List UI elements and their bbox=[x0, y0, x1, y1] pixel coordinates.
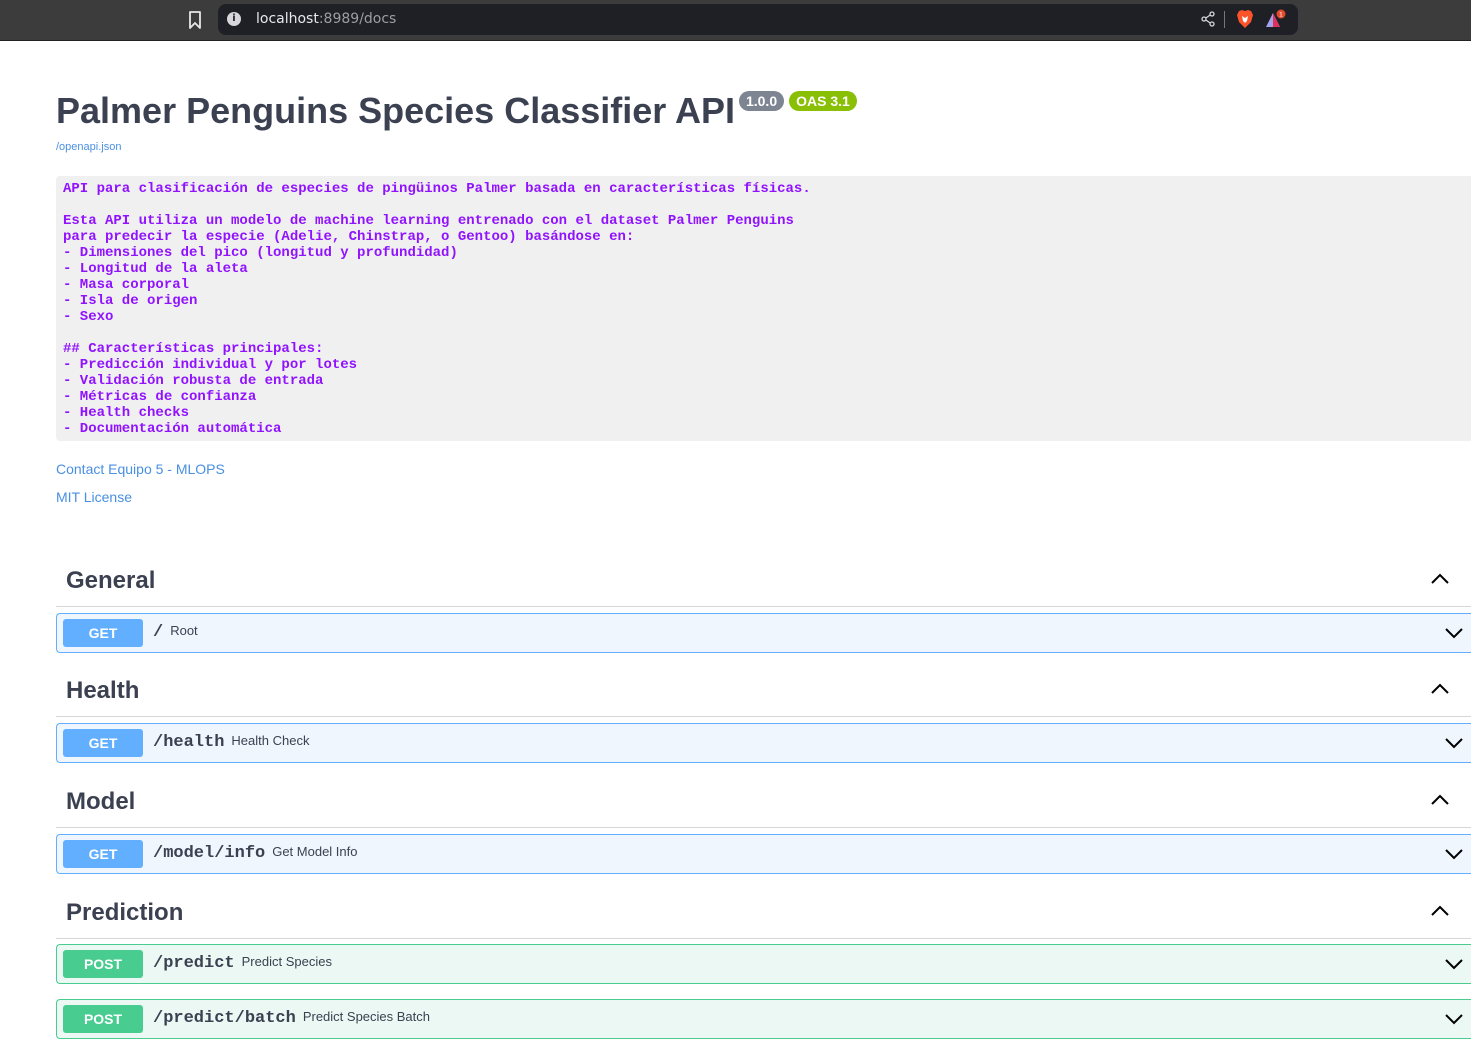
tag-title: Health bbox=[66, 677, 140, 704]
address-bar[interactable]: i localhost:8989/docs 1 bbox=[218, 4, 1298, 35]
tag-title: General bbox=[66, 567, 156, 594]
svg-text:1: 1 bbox=[1279, 11, 1283, 19]
brave-shields-icon[interactable] bbox=[1236, 9, 1254, 29]
api-title-row: Palmer Penguins Species Classifier API 1.… bbox=[56, 88, 857, 134]
tag-section-health[interactable]: Health bbox=[56, 665, 1471, 717]
operation-post-predict-batch[interactable]: POST /predict/batch Predict Species Batch bbox=[56, 999, 1471, 1039]
path-text: /health bbox=[153, 733, 225, 752]
tag-section-prediction[interactable]: Prediction bbox=[56, 887, 1471, 939]
url-path: :8989/docs bbox=[318, 11, 397, 27]
site-info-icon[interactable]: i bbox=[227, 12, 241, 26]
path-text: /model/info bbox=[153, 844, 266, 863]
contact-link[interactable]: Contact Equipo 5 - MLOPS bbox=[56, 461, 225, 477]
method-badge: GET bbox=[63, 840, 143, 868]
path-text: /predict bbox=[153, 954, 235, 973]
method-badge: POST bbox=[63, 1005, 143, 1033]
chevron-down-icon[interactable] bbox=[1444, 957, 1464, 971]
operation-get-health[interactable]: GET /health Health Check bbox=[56, 723, 1471, 763]
operation-summary: Predict Species bbox=[241, 954, 332, 969]
browser-toolbar: i localhost:8989/docs 1 bbox=[0, 0, 1471, 41]
url-text[interactable]: localhost:8989/docs bbox=[256, 11, 396, 27]
share-icon[interactable] bbox=[1200, 11, 1216, 27]
version-badge: 1.0.0 bbox=[738, 91, 785, 111]
operation-path: / Root bbox=[153, 623, 198, 642]
path-text: / bbox=[153, 623, 164, 642]
operation-post-predict[interactable]: POST /predict Predict Species bbox=[56, 944, 1471, 984]
bookmark-icon[interactable] bbox=[186, 10, 204, 30]
operation-path: /predict Predict Species bbox=[153, 954, 332, 973]
brave-rewards-icon[interactable]: 1 bbox=[1264, 9, 1288, 31]
operation-get-model-info[interactable]: GET /model/info Get Model Info bbox=[56, 834, 1471, 874]
tag-title: Model bbox=[66, 788, 136, 815]
operation-path: /health Health Check bbox=[153, 733, 309, 752]
chevron-down-icon[interactable] bbox=[1444, 626, 1464, 640]
description-text: API para clasificación de especies de pi… bbox=[63, 181, 811, 437]
chevron-down-icon[interactable] bbox=[1444, 736, 1464, 750]
tag-section-general[interactable]: General bbox=[56, 555, 1471, 607]
tag-section-model[interactable]: Model bbox=[56, 776, 1471, 828]
operation-get-root[interactable]: GET / Root bbox=[56, 613, 1471, 653]
operation-summary: Predict Species Batch bbox=[302, 1009, 431, 1024]
method-badge: GET bbox=[63, 729, 143, 757]
chevron-down-icon[interactable] bbox=[1444, 1012, 1464, 1026]
operation-summary: Root bbox=[170, 623, 198, 638]
tag-title: Prediction bbox=[66, 899, 184, 926]
operation-path: /model/info Get Model Info bbox=[153, 844, 358, 863]
chevron-up-icon[interactable] bbox=[1430, 793, 1450, 807]
url-host: localhost bbox=[256, 11, 319, 27]
chevron-up-icon[interactable] bbox=[1430, 904, 1450, 918]
api-description: API para clasificación de especies de pi… bbox=[56, 176, 1471, 441]
url-separator bbox=[1224, 11, 1225, 28]
method-badge: POST bbox=[63, 950, 143, 978]
operation-summary: Get Model Info bbox=[272, 844, 358, 859]
page-title: Palmer Penguins Species Classifier API bbox=[56, 90, 735, 131]
chevron-up-icon[interactable] bbox=[1430, 572, 1450, 586]
method-badge: GET bbox=[63, 619, 143, 647]
operation-summary: Health Check bbox=[231, 733, 310, 748]
path-text: /predict/batch bbox=[153, 1009, 296, 1028]
operation-path: /predict/batch Predict Species Batch bbox=[153, 1009, 430, 1028]
license-link[interactable]: MIT License bbox=[56, 489, 132, 505]
oas-badge: OAS 3.1 bbox=[789, 91, 857, 111]
chevron-down-icon[interactable] bbox=[1444, 847, 1464, 861]
openapi-json-link[interactable]: /openapi.json bbox=[56, 141, 121, 153]
chevron-up-icon[interactable] bbox=[1430, 682, 1450, 696]
